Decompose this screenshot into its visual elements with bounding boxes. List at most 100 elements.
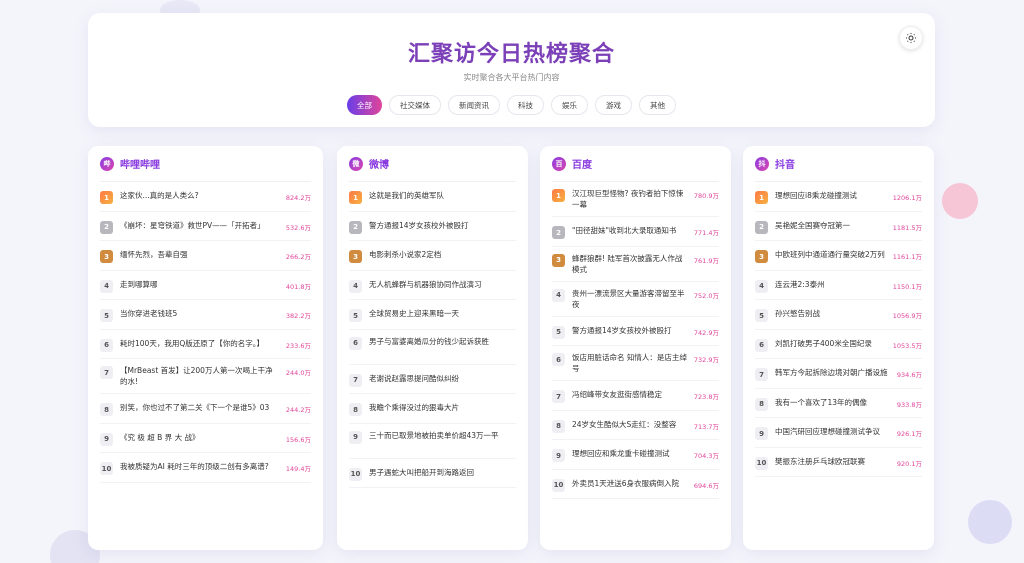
item-title[interactable]: 这就是我们的英雄军队 (369, 190, 509, 201)
item-title[interactable]: 走到哪算哪 (120, 279, 279, 290)
hot-list-item[interactable]: 6 耗时100天，我用Q版还原了【你的名字。】 233.6万 (100, 330, 311, 359)
hot-list-item[interactable]: 10 外卖员1天泄送6身衣服病倒入院 694.6万 (552, 470, 719, 499)
hot-list-item[interactable]: 5 全球贸易史上迎来黑暗一天 (349, 300, 516, 330)
item-title[interactable]: 我瞻个乘得没过的狠毒大片 (369, 402, 509, 413)
item-title[interactable]: 三十而已取景地被拍卖单价超43万一平 (369, 430, 509, 441)
item-title[interactable]: 【MrBeast 首发】让200万人第一次喝上干净的水! (120, 365, 279, 387)
item-title[interactable]: 24岁女生酷似大S走红：没整容 (572, 419, 687, 430)
hot-list-item[interactable]: 4 连云港2:3泰州 1150.1万 (755, 271, 922, 300)
rank-badge: 10 (552, 478, 565, 492)
hot-list-item[interactable]: 9 理想回应和乘龙重卡碰撞测试 704.3万 (552, 440, 719, 470)
tab-all[interactable]: 全部 (347, 95, 382, 115)
hot-list-item[interactable]: 7 老谢说赵露思提问酷似纠纷 (349, 365, 516, 394)
hot-list-item[interactable]: 10 我被质疑为AI 耗时三年的顶级二创有多离谱? 149.4万 (100, 453, 311, 483)
hot-list-item[interactable]: 8 别笑，你也过不了第二关《下一个是谁5》03 244.2万 (100, 394, 311, 424)
hot-list-item[interactable]: 7 韩军方今起拆除边境对朝广播设施 934.6万 (755, 359, 922, 389)
rank-badge: 2 (755, 220, 768, 234)
tab-other[interactable]: 其他 (639, 95, 676, 115)
item-title[interactable]: 男子与富婆离婚瓜分的钱少起诉获胜 (369, 336, 509, 347)
item-title[interactable]: 樊振东注册乒乓球欧冠联赛 (775, 456, 890, 467)
rank-badge: 6 (349, 336, 362, 350)
item-title[interactable]: 中欧班列中通道通行量突破2万列 (775, 249, 886, 260)
hot-list-item[interactable]: 10 樊振东注册乒乓球欧冠联赛 920.1万 (755, 448, 922, 477)
hot-list-item[interactable]: 3 缅怀先烈，吾辈自强 266.2万 (100, 241, 311, 271)
hot-list-item[interactable]: 2 《崩坏：星穹铁道》救世PV——「开拓者」 532.6万 (100, 212, 311, 241)
hot-list-item[interactable]: 3 中欧班列中通道通行量突破2万列 1161.1万 (755, 241, 922, 271)
item-title[interactable]: 中国汽研回应理想碰撞测试争议 (775, 426, 890, 437)
item-title[interactable]: 刘凯打破男子400米全国纪录 (775, 338, 886, 349)
rank-badge: 7 (755, 368, 768, 381)
item-title[interactable]: 《究 极 超 B 界 大 战》 (120, 432, 279, 443)
tab-news[interactable]: 新闻资讯 (448, 95, 500, 115)
hot-list-item[interactable]: 4 无人机蜂群与机器狼协同作战演习 (349, 271, 516, 300)
item-title[interactable]: 我有一个喜欢了13年的偶像 (775, 397, 890, 408)
heat-value: 933.8万 (896, 400, 922, 409)
hot-list-item[interactable]: 6 刘凯打破男子400米全国纪录 1053.5万 (755, 330, 922, 359)
hot-list-item[interactable]: 4 贵州一漂流景区大量游客滞留至半夜 752.0万 (552, 282, 719, 317)
heat-value: 926.1万 (896, 430, 922, 438)
hot-list-item[interactable]: 5 警方通报14岁女孩校外被殴打 742.9万 (552, 317, 719, 346)
hot-list-item[interactable]: 5 孙兴慜告别战 1056.9万 (755, 300, 922, 330)
item-title[interactable]: 警方通报14岁女孩校外被殴打 (369, 220, 509, 231)
hot-list-item[interactable]: 7 【MrBeast 首发】让200万人第一次喝上干净的水! 244.0万 (100, 359, 311, 394)
item-title[interactable]: 贵州一漂流景区大量游客滞留至半夜 (572, 288, 687, 310)
hot-list-item[interactable]: 10 男子遇蛇大叫把船开到海路返回 (349, 459, 516, 488)
hot-list-item[interactable]: 9 《究 极 超 B 界 大 战》 156.6万 (100, 424, 311, 453)
item-title[interactable]: 缅怀先烈，吾辈自强 (120, 249, 279, 260)
hot-list-item[interactable]: 8 我有一个喜欢了13年的偶像 933.8万 (755, 389, 922, 418)
tab-tech[interactable]: 科技 (507, 95, 544, 115)
rank-badge: 10 (100, 462, 113, 475)
item-title[interactable]: 吴艳妮全国赛夺冠第一 (775, 220, 886, 231)
item-title[interactable]: 当你穿进老钱班5 (120, 308, 279, 319)
item-title[interactable]: 这家伙...真的是人类么? (120, 190, 279, 201)
item-title[interactable]: 汉江现巨型怪物? 夜钓者拍下惊悚一幕 (572, 188, 687, 210)
hot-list-item[interactable]: 2 警方通报14岁女孩校外被殴打 (349, 212, 516, 241)
hot-list-item[interactable]: 2 吴艳妮全国赛夺冠第一 1181.5万 (755, 212, 922, 241)
hot-list-item[interactable]: 3 电影刺杀小说家2定档 (349, 241, 516, 271)
item-title[interactable]: 我被质疑为AI 耗时三年的顶级二创有多离谱? (120, 461, 279, 472)
item-title[interactable]: 警方通报14岁女孩校外被殴打 (572, 325, 687, 336)
heat-value: 742.9万 (693, 328, 719, 337)
hot-list-item[interactable]: 1 这就是我们的英雄军队 (349, 182, 516, 212)
tab-games[interactable]: 游戏 (595, 95, 632, 115)
tab-social-media[interactable]: 社交媒体 (389, 95, 441, 115)
hot-list-item[interactable]: 9 三十而已取景地被拍卖单价超43万一平 (349, 424, 516, 459)
item-title[interactable]: 韩军方今起拆除边境对朝广播设施 (775, 367, 890, 378)
hot-list-item[interactable]: 6 男子与富婆离婚瓜分的钱少起诉获胜 (349, 330, 516, 365)
item-title[interactable]: 冯绍峰带女友逛街感情稳定 (572, 389, 687, 400)
card-header: 哔哔哩哔哩 (100, 146, 311, 182)
item-title[interactable]: 理想回应和乘龙重卡碰撞测试 (572, 448, 687, 459)
item-title[interactable]: 理想回应i8乘龙碰撞测试 (775, 190, 886, 201)
item-title[interactable]: 电影刺杀小说家2定档 (369, 249, 509, 260)
hot-list-item[interactable]: 5 当你穿进老钱班5 382.2万 (100, 300, 311, 330)
item-title[interactable]: "田径甜妹"收到北大录取通知书 (572, 225, 687, 236)
item-title[interactable]: 蜂群狼群! 陆军首次披露无人作战模式 (572, 253, 687, 275)
item-title[interactable]: 饭店用脏话命名 知情人：是店主绰号 (572, 352, 687, 374)
hot-list-item[interactable]: 6 饭店用脏话命名 知情人：是店主绰号 732.9万 (552, 346, 719, 381)
item-title[interactable]: 老谢说赵露思提问酷似纠纷 (369, 373, 509, 384)
item-title[interactable]: 连云港2:3泰州 (775, 279, 886, 290)
hot-list-item[interactable]: 2 "田径甜妹"收到北大录取通知书 771.4万 (552, 217, 719, 247)
hot-list-item[interactable]: 8 我瞻个乘得没过的狠毒大片 (349, 394, 516, 424)
theme-toggle-button[interactable] (899, 26, 923, 50)
item-title[interactable]: 《崩坏：星穹铁道》救世PV——「开拓者」 (120, 220, 279, 231)
hot-list-item[interactable]: 9 中国汽研回应理想碰撞测试争议 926.1万 (755, 418, 922, 448)
hot-list-item[interactable]: 8 24岁女生酷似大S走红：没整容 713.7万 (552, 411, 719, 440)
hot-list-item[interactable]: 1 这家伙...真的是人类么? 824.2万 (100, 182, 311, 212)
hot-list-item[interactable]: 4 走到哪算哪 401.8万 (100, 271, 311, 300)
item-title[interactable]: 男子遇蛇大叫把船开到海路返回 (369, 467, 509, 478)
item-title[interactable]: 耗时100天，我用Q版还原了【你的名字。】 (120, 338, 279, 349)
heat-value: 732.9万 (693, 356, 719, 364)
hot-list-item[interactable]: 3 蜂群狼群! 陆军首次披露无人作战模式 761.9万 (552, 247, 719, 282)
rank-badge: 10 (755, 456, 768, 470)
item-title[interactable]: 别笑，你也过不了第二关《下一个是谁5》03 (120, 402, 279, 413)
rank-badge: 5 (552, 325, 565, 339)
item-title[interactable]: 全球贸易史上迎来黑暗一天 (369, 308, 509, 319)
item-title[interactable]: 孙兴慜告别战 (775, 308, 886, 319)
tab-entertainment[interactable]: 娱乐 (551, 95, 588, 115)
item-title[interactable]: 无人机蜂群与机器狼协同作战演习 (369, 279, 509, 290)
item-title[interactable]: 外卖员1天泄送6身衣服病倒入院 (572, 478, 687, 489)
hot-list-item[interactable]: 1 理想回应i8乘龙碰撞测试 1206.1万 (755, 182, 922, 212)
hot-list-item[interactable]: 1 汉江现巨型怪物? 夜钓者拍下惊悚一幕 780.9万 (552, 182, 719, 217)
hot-list-item[interactable]: 7 冯绍峰带女友逛街感情稳定 723.8万 (552, 381, 719, 411)
